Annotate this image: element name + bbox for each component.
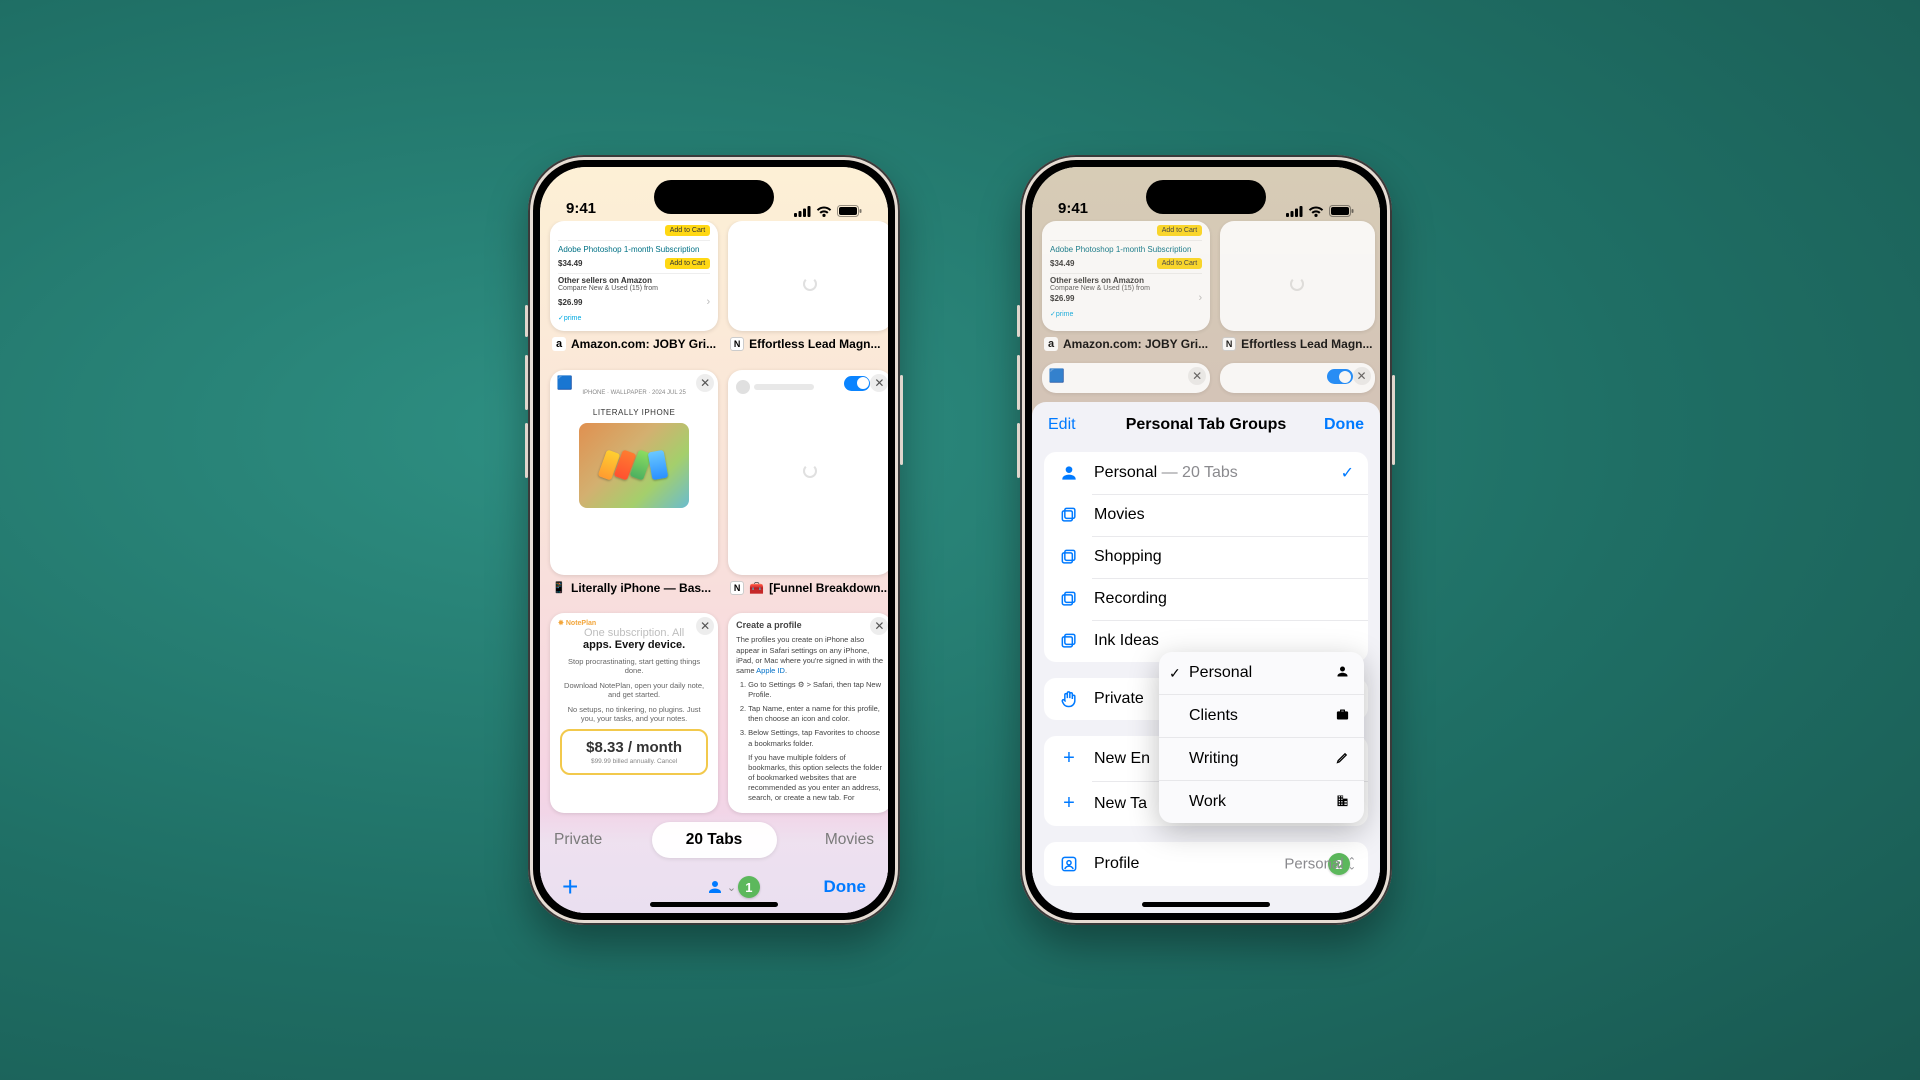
hand-icon [1058,689,1080,709]
bottom-bar: Private 20 Tabs Movies + ⌄ 1 Done [540,813,888,913]
status-time: 9:41 [566,200,596,217]
profile-row[interactable]: Profile 2 Personal ⌃⌄ [1044,842,1368,886]
done-button[interactable]: Done [1314,416,1364,434]
tab-item-amazon[interactable]: Add to Cart Adobe Photoshop 1-month Subs… [550,221,718,356]
plus-icon: + [1058,792,1080,815]
battery-icon [1329,205,1354,217]
phone-frame-2: 9:41 Add to Cart Adobe Photoshop 1-month… [1020,155,1392,925]
profile-selected[interactable]: Personal ⌃⌄ [1284,856,1356,873]
person-icon [1335,664,1350,682]
tab-label: a Amazon.com: JOBY Gri... [550,337,718,351]
amazon-favicon: a [552,337,566,351]
checkmark-icon: ✓ [1341,463,1354,483]
profile-popup-menu[interactable]: ✓ Personal Clients Writing Work [1159,652,1364,823]
segment-movies[interactable]: Movies [787,822,881,858]
stack-icon [1058,505,1080,525]
tab-item-setapp[interactable]: ✕ NotePlan One subscription. All apps. E… [550,613,718,818]
edit-button[interactable]: Edit [1048,416,1098,434]
status-icons [794,205,862,217]
tab-grid[interactable]: Add to Cart Adobe Photoshop 1-month Subs… [540,221,888,818]
checkmark-icon: ✓ [1169,665,1181,682]
profile-option-writing[interactable]: Writing [1159,737,1364,780]
plus-icon: + [1058,747,1080,770]
person-icon [1058,463,1080,483]
notion-favicon: N [730,337,744,351]
tab-grid-dimmed: Add to Cart Adobe Photoshop 1-month Subs… [1032,221,1380,393]
tab-item-literally-iphone[interactable]: ✕ 🟦 IPHONE · WALLPAPER · 2024 JUL 25 LIT… [550,370,718,600]
close-tab-button[interactable]: ✕ [870,374,888,392]
step-badge-1: 1 [738,876,760,898]
phone-frame-1: 9:41 Add to Cart Adobe Photoshop 1-month… [528,155,900,925]
chevron-right-icon: › [706,296,710,308]
tab-group-segments[interactable]: Private 20 Tabs Movies [548,819,880,861]
home-indicator [1142,902,1270,907]
wifi-icon [816,206,832,217]
tab-item-leadmagnet[interactable]: N Effortless Lead Magn... [728,221,888,356]
status-icons [1286,205,1354,217]
stack-icon [1058,547,1080,567]
profile-option-clients[interactable]: Clients [1159,694,1364,737]
loading-spinner-icon [803,464,817,478]
done-button[interactable]: Done [823,877,866,897]
building-icon [1335,793,1350,811]
tab-item-profile-help[interactable]: ✕ Create a profile The profiles you crea… [728,613,888,818]
home-indicator [650,902,778,907]
battery-icon [837,205,862,217]
close-tab-button[interactable]: ✕ [696,374,714,392]
segment-private[interactable]: Private [548,822,642,858]
sheet-title: Personal Tab Groups [1098,416,1314,434]
close-tab-button[interactable]: ✕ [696,617,714,635]
profile-option-work[interactable]: Work [1159,780,1364,823]
close-tab-button[interactable]: ✕ [870,617,888,635]
person-icon [706,878,724,896]
dynamic-island [1146,180,1266,214]
notion-favicon: N [730,581,744,595]
wifi-icon [1308,206,1324,217]
chevron-down-icon: ⌄ [727,881,736,894]
stack-icon [1058,631,1080,651]
tab-group-recording[interactable]: Recording [1044,578,1368,620]
toolbox-icon: 🧰 [749,581,764,595]
tab-group-shopping[interactable]: Shopping [1044,536,1368,578]
tab-label: N Effortless Lead Magn... [728,337,888,351]
tab-groups-sheet[interactable]: Edit Personal Tab Groups Done Personal —… [1032,402,1380,913]
screen-2: 9:41 Add to Cart Adobe Photoshop 1-month… [1032,167,1380,913]
briefcase-icon [1335,707,1350,725]
screen-1: 9:41 Add to Cart Adobe Photoshop 1-month… [540,167,888,913]
tab-group-personal[interactable]: Personal — 20 Tabs ✓ [1044,452,1368,494]
add-to-cart-button[interactable]: Add to Cart [665,225,710,236]
literally-iphone-favicon: 🟦 [558,376,572,390]
tab-item-funnel[interactable]: ✕ N 🧰 [Funnel Breakdown... [728,370,888,600]
chevron-updown-icon: ⌃⌄ [1348,859,1356,869]
segment-current[interactable]: 20 Tabs [652,822,777,858]
pencil-icon [1335,750,1350,768]
add-to-cart-button[interactable]: Add to Cart [665,258,710,269]
stack-icon [1058,589,1080,609]
profile-switcher-button[interactable]: ⌄ 1 [706,878,736,896]
dynamic-island [654,180,774,214]
loading-spinner-icon [803,277,817,291]
profile-option-personal[interactable]: ✓ Personal [1159,652,1364,694]
new-tab-button[interactable]: + [562,871,578,903]
literally-iphone-favicon: 📱 [552,581,566,595]
tab-groups-list: Personal — 20 Tabs ✓ Movies Shopping Rec… [1044,452,1368,662]
signal-icon [794,206,811,217]
profile-icon [1058,854,1080,874]
status-time: 9:41 [1058,200,1088,217]
tab-group-movies[interactable]: Movies [1044,494,1368,536]
product-image [579,423,689,508]
signal-icon [1286,206,1303,217]
toggle-switch[interactable] [844,376,870,391]
